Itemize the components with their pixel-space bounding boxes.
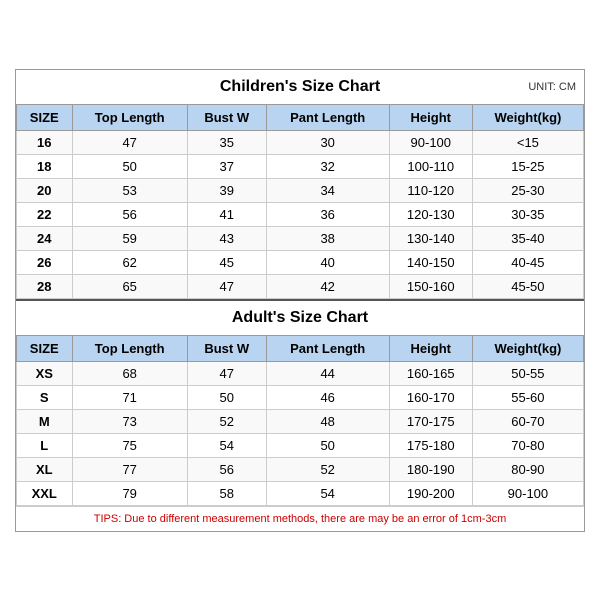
children-col-height: Height [389,104,472,130]
table-row: 1647353090-100<15 [17,130,584,154]
table-row: XS684744160-16550-55 [17,361,584,385]
table-row: 24594338130-14035-40 [17,226,584,250]
table-row: 22564136120-13030-35 [17,202,584,226]
children-header-row: SIZE Top Length Bust W Pant Length Heigh… [17,104,584,130]
children-col-pant: Pant Length [266,104,389,130]
adult-col-top-length: Top Length [72,335,187,361]
table-row: 26624540140-15040-45 [17,250,584,274]
table-row: 28654742150-16045-50 [17,274,584,298]
adult-col-size: SIZE [17,335,73,361]
size-chart-container: Children's Size Chart UNIT: CM SIZE Top … [15,69,585,532]
children-section-title: Children's Size Chart UNIT: CM [16,70,584,104]
table-row: L755450175-18070-80 [17,433,584,457]
table-row: 20533934110-12025-30 [17,178,584,202]
adult-header-row: SIZE Top Length Bust W Pant Length Heigh… [17,335,584,361]
table-row: XXL795854190-20090-100 [17,481,584,505]
children-size-table: SIZE Top Length Bust W Pant Length Heigh… [16,104,584,299]
adult-section-title: Adult's Size Chart [16,299,584,335]
adult-col-pant: Pant Length [266,335,389,361]
children-col-size: SIZE [17,104,73,130]
children-unit-label: UNIT: CM [528,81,576,93]
adult-col-bust: Bust W [187,335,266,361]
children-col-weight: Weight(kg) [472,104,583,130]
children-title-text: Children's Size Chart [220,78,380,95]
adult-col-height: Height [389,335,472,361]
children-col-top-length: Top Length [72,104,187,130]
adult-size-table: SIZE Top Length Bust W Pant Length Heigh… [16,335,584,506]
table-row: S715046160-17055-60 [17,385,584,409]
children-col-bust: Bust W [187,104,266,130]
adult-col-weight: Weight(kg) [472,335,583,361]
adult-title-text: Adult's Size Chart [232,309,368,326]
table-row: 18503732100-11015-25 [17,154,584,178]
tips-text: TIPS: Due to different measurement metho… [16,506,584,531]
table-row: M735248170-17560-70 [17,409,584,433]
table-row: XL775652180-19080-90 [17,457,584,481]
